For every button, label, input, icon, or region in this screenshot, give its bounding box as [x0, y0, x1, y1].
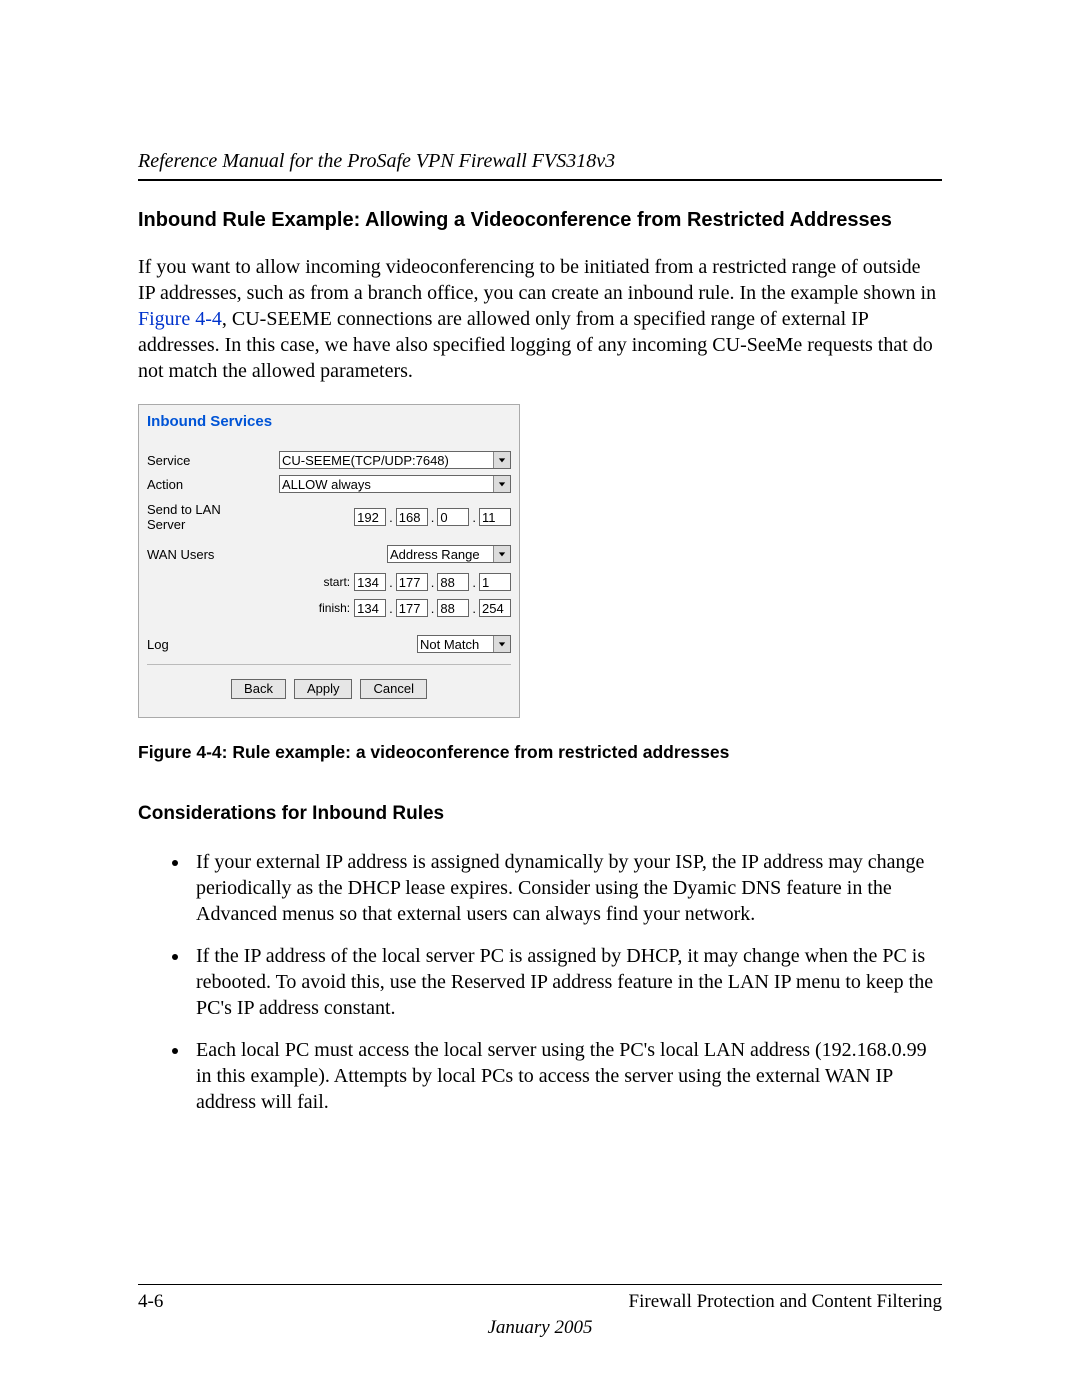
- page-footer: 4-6 Firewall Protection and Content Filt…: [138, 1284, 942, 1339]
- page-number: 4-6: [138, 1291, 163, 1313]
- lan-ip-octet-4[interactable]: 11: [479, 508, 511, 526]
- page-header: Reference Manual for the ProSafe VPN Fir…: [138, 150, 942, 173]
- figure-link[interactable]: Figure 4-4: [138, 308, 222, 330]
- footer-section-title: Firewall Protection and Content Filterin…: [629, 1291, 942, 1313]
- footer-rule: [138, 1284, 942, 1285]
- back-button[interactable]: Back: [231, 679, 286, 699]
- chevron-down-icon: [493, 476, 510, 492]
- chevron-down-icon: [493, 636, 510, 652]
- label-service: Service: [147, 453, 259, 468]
- service-select-value: CU-SEEME(TCP/UDP:7648): [282, 453, 449, 468]
- section-heading: Inbound Rule Example: Allowing a Videoco…: [138, 209, 942, 232]
- lan-ip-octet-3[interactable]: 0: [437, 508, 469, 526]
- body-text-1: If you want to allow incoming videoconfe…: [138, 256, 936, 304]
- wan-users-select[interactable]: Address Range: [387, 545, 511, 563]
- log-select-value: Not Match: [420, 637, 479, 652]
- list-item: Each local PC must access the local serv…: [190, 1037, 942, 1115]
- finish-ip-octet-3[interactable]: 88: [437, 599, 469, 617]
- panel-title: Inbound Services: [139, 405, 519, 444]
- figure-caption: Figure 4-4: Rule example: a videoconfere…: [138, 742, 942, 763]
- considerations-list: If your external IP address is assigned …: [138, 849, 942, 1115]
- action-select-value: ALLOW always: [282, 477, 371, 492]
- label-start: start:: [323, 575, 350, 589]
- footer-date: January 2005: [138, 1317, 942, 1339]
- finish-ip-octet-4[interactable]: 254: [479, 599, 511, 617]
- start-ip-octet-1[interactable]: 134: [354, 573, 386, 591]
- considerations-heading: Considerations for Inbound Rules: [138, 803, 942, 825]
- inbound-services-panel: Inbound Services Service CU-SEEME(TCP/UD…: [138, 404, 520, 718]
- service-select[interactable]: CU-SEEME(TCP/UDP:7648): [279, 451, 511, 469]
- cancel-button[interactable]: Cancel: [360, 679, 426, 699]
- body-paragraph: If you want to allow incoming videoconfe…: [138, 254, 942, 384]
- chevron-down-icon: [493, 546, 510, 562]
- start-ip-octet-2[interactable]: 177: [396, 573, 428, 591]
- action-select[interactable]: ALLOW always: [279, 475, 511, 493]
- document-page: Reference Manual for the ProSafe VPN Fir…: [0, 0, 1080, 1397]
- label-finish: finish:: [319, 601, 350, 615]
- log-select[interactable]: Not Match: [417, 635, 511, 653]
- lan-ip-octet-2[interactable]: 168: [396, 508, 428, 526]
- chevron-down-icon: [493, 452, 510, 468]
- panel-divider: [147, 664, 511, 665]
- label-send-to-lan: Send to LAN Server: [147, 502, 259, 532]
- body-text-2: , CU-SEEME connections are allowed only …: [138, 308, 933, 382]
- list-item: If your external IP address is assigned …: [190, 849, 942, 927]
- start-ip-octet-4[interactable]: 1: [479, 573, 511, 591]
- wan-users-value: Address Range: [390, 547, 480, 562]
- label-action: Action: [147, 477, 259, 492]
- apply-button[interactable]: Apply: [294, 679, 353, 699]
- list-item: If the IP address of the local server PC…: [190, 943, 942, 1021]
- header-rule: [138, 179, 942, 181]
- start-ip-octet-3[interactable]: 88: [437, 573, 469, 591]
- label-log: Log: [147, 637, 259, 652]
- lan-ip-octet-1[interactable]: 192: [354, 508, 386, 526]
- label-wan-users: WAN Users: [147, 547, 259, 562]
- finish-ip-octet-1[interactable]: 134: [354, 599, 386, 617]
- finish-ip-octet-2[interactable]: 177: [396, 599, 428, 617]
